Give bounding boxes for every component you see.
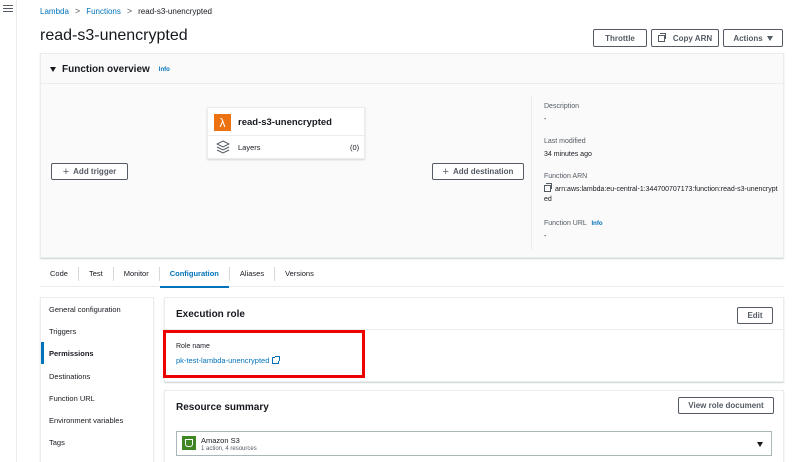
view-role-document-button[interactable]: View role document bbox=[678, 397, 774, 414]
tab-aliases[interactable]: Aliases bbox=[230, 266, 276, 281]
function-url-label-row: Function URL Info bbox=[544, 220, 603, 227]
nav-tags[interactable]: Tags bbox=[41, 431, 155, 453]
tab-monitor[interactable]: Monitor bbox=[114, 266, 160, 281]
breadcrumb-separator: > bbox=[126, 6, 133, 16]
service-sub: 1 action, 4 resources bbox=[201, 446, 257, 452]
function-url-value: - bbox=[544, 233, 547, 240]
last-modified-label: Last modified bbox=[544, 138, 586, 145]
function-card[interactable]: λ read-s3-unencrypted Layers (0) bbox=[207, 107, 366, 159]
service-name: Amazon S3 bbox=[201, 436, 240, 445]
add-destination-label: Add destination bbox=[452, 167, 514, 176]
page-title: read-s3-unencrypted bbox=[40, 27, 188, 44]
description-value: - bbox=[544, 116, 547, 123]
copy-icon bbox=[657, 32, 666, 42]
divider bbox=[208, 135, 366, 136]
collapse-caret-icon[interactable] bbox=[50, 67, 56, 72]
nav-triggers[interactable]: Triggers bbox=[41, 320, 155, 342]
plus-icon: + bbox=[442, 165, 449, 178]
tab-bar: Code Test Monitor Configuration Aliases … bbox=[40, 261, 784, 288]
layers-icon bbox=[216, 140, 230, 154]
function-url-detail: Function URL Info - bbox=[544, 220, 603, 242]
actions-button[interactable]: Actions bbox=[723, 29, 783, 47]
tab-code[interactable]: Code bbox=[40, 266, 79, 281]
tab-versions[interactable]: Versions bbox=[275, 267, 324, 281]
nav-environment-variables[interactable]: Environment variables bbox=[41, 409, 155, 431]
divider bbox=[41, 83, 785, 84]
breadcrumb-separator: > bbox=[74, 6, 81, 16]
add-trigger-button[interactable]: + Add trigger bbox=[51, 163, 128, 180]
add-trigger-label: Add trigger bbox=[73, 167, 117, 176]
execution-role-title: Execution role bbox=[176, 309, 245, 320]
description-label: Description bbox=[544, 103, 580, 110]
add-destination-button[interactable]: + Add destination bbox=[432, 163, 524, 180]
nav-destinations[interactable]: Destinations bbox=[41, 365, 155, 387]
function-url-label: Function URL bbox=[544, 220, 587, 227]
divider bbox=[531, 95, 532, 250]
highlight-annotation bbox=[163, 330, 365, 378]
last-modified-value: 34 minutes ago bbox=[544, 151, 592, 158]
dropdown-caret-icon[interactable] bbox=[757, 442, 763, 447]
description-detail: Description - bbox=[544, 103, 579, 125]
edit-label: Edit bbox=[747, 311, 763, 320]
nav-function-url[interactable]: Function URL bbox=[41, 387, 155, 409]
function-arn-value: arn:aws:lambda:eu-central-1:344700707173… bbox=[544, 186, 778, 203]
function-arn-detail: Function ARN arn:aws:lambda:eu-central-1… bbox=[544, 173, 780, 205]
lambda-icon: λ bbox=[214, 114, 231, 131]
hamburger-menu-icon[interactable] bbox=[3, 5, 13, 14]
function-arn-row: arn:aws:lambda:eu-central-1:344700707173… bbox=[544, 183, 780, 205]
copy-icon[interactable] bbox=[544, 183, 552, 192]
function-overview-title: Function overview bbox=[62, 64, 150, 75]
nav-vpc[interactable]: VPC bbox=[41, 453, 155, 462]
edit-button[interactable]: Edit bbox=[737, 307, 773, 324]
view-role-document-label: View role document bbox=[688, 401, 764, 410]
throttle-label: Throttle bbox=[605, 33, 635, 43]
nav-general-configuration[interactable]: General configuration bbox=[41, 298, 155, 320]
throttle-button[interactable]: Throttle bbox=[593, 29, 647, 47]
breadcrumb-functions[interactable]: Functions bbox=[86, 7, 121, 16]
plus-icon: + bbox=[62, 165, 70, 178]
service-select[interactable]: Amazon S3 1 action, 4 resources bbox=[176, 431, 772, 456]
info-link[interactable]: Info bbox=[159, 67, 170, 73]
caret-down-icon bbox=[766, 35, 773, 41]
function-overview-header[interactable]: Function overview Info bbox=[50, 64, 170, 75]
function-card-name: read-s3-unencrypted bbox=[238, 117, 332, 128]
resource-summary-title: Resource summary bbox=[176, 402, 269, 413]
info-link[interactable]: Info bbox=[592, 221, 603, 227]
actions-label: Actions bbox=[733, 33, 763, 43]
configuration-side-nav: General configuration Triggers Permissio… bbox=[40, 297, 154, 462]
function-overview-panel: Function overview Info λ read-s3-unencry… bbox=[40, 53, 785, 258]
function-arn-label: Function ARN bbox=[544, 173, 588, 180]
breadcrumb: Lambda > Functions > read-s3-unencrypted bbox=[40, 6, 212, 16]
s3-bucket-icon bbox=[182, 436, 196, 450]
tab-configuration[interactable]: Configuration bbox=[159, 266, 230, 288]
layers-count: (0) bbox=[350, 143, 360, 152]
resource-summary-panel: Resource summary View role document Amaz… bbox=[164, 390, 784, 462]
breadcrumb-current: read-s3-unencrypted bbox=[138, 6, 212, 16]
nav-permissions[interactable]: Permissions bbox=[41, 342, 155, 364]
layers-label[interactable]: Layers bbox=[238, 143, 261, 152]
tab-test[interactable]: Test bbox=[79, 266, 114, 281]
breadcrumb-lambda[interactable]: Lambda bbox=[40, 7, 69, 16]
copy-arn-button[interactable]: Copy ARN bbox=[651, 29, 719, 47]
copy-arn-label: Copy ARN bbox=[672, 33, 713, 43]
left-rail bbox=[0, 0, 17, 462]
last-modified-detail: Last modified 34 minutes ago bbox=[544, 138, 592, 160]
